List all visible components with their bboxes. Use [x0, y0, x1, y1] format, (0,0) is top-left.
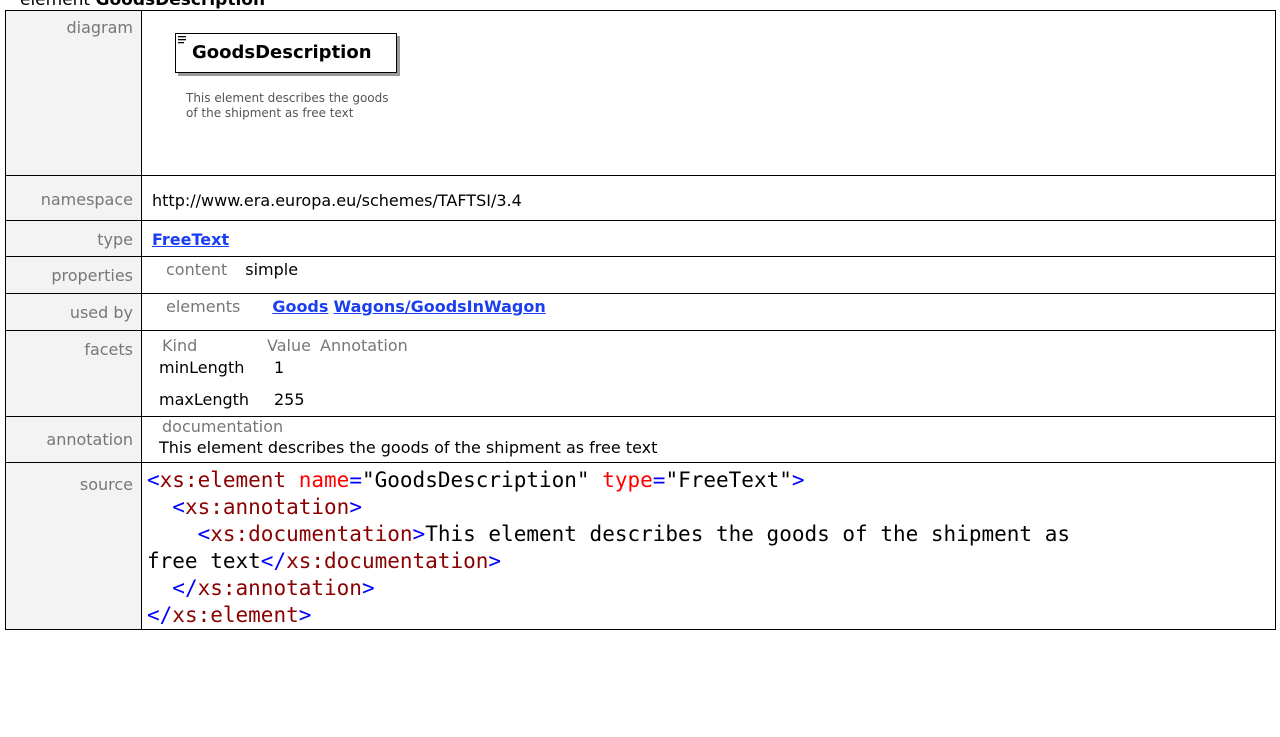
source-code: <xs:element name="GoodsDescription" type…: [141, 462, 1276, 630]
used-by-key: elements: [166, 297, 241, 316]
used-by-link-goods-in-wagon[interactable]: Wagons/GoodsInWagon: [334, 297, 546, 316]
annotation-title: documentation: [162, 417, 284, 436]
row-annotation: annotation documentation This element de…: [5, 416, 1276, 463]
row-used-by: used by elements Goods Wagons/GoodsInWago…: [5, 293, 1276, 331]
facet-kind: maxLength: [159, 390, 250, 409]
row-properties: properties content simple: [5, 256, 1276, 294]
element-lines-icon: [178, 36, 186, 44]
page-heading: element GoodsDescription: [20, 0, 265, 10]
annotation-text: This element describes the goods of the …: [159, 438, 658, 457]
facet-value: 1: [274, 358, 285, 377]
element-diagram-box[interactable]: GoodsDescription: [175, 33, 397, 73]
label-facets: facets: [5, 330, 142, 417]
label-diagram: diagram: [5, 10, 142, 176]
facet-header-value: Value: [267, 336, 311, 355]
label-source: source: [5, 462, 142, 630]
facet-kind: minLength: [159, 358, 245, 377]
facet-row: maxLength 255: [159, 390, 1275, 409]
facet-row: minLength 1: [159, 358, 1275, 377]
row-facets: facets Kind Value Annotation minLength 1 ma…: [5, 330, 1276, 417]
label-used-by: used by: [5, 293, 142, 331]
label-properties: properties: [5, 256, 142, 294]
namespace-value: http://www.era.europa.eu/schemes/TAFTSI/…: [152, 191, 522, 210]
label-namespace: namespace: [5, 175, 142, 221]
property-value: simple: [245, 260, 299, 279]
row-namespace: namespace http://www.era.europa.eu/schem…: [5, 175, 1276, 221]
facet-header-kind: Kind: [162, 336, 198, 355]
diagram-description: This element describes the goods of the …: [186, 91, 389, 120]
heading-element-name: GoodsDescription: [95, 0, 266, 10]
property-key: content: [166, 260, 228, 279]
label-type: type: [5, 220, 142, 257]
label-annotation: annotation: [5, 416, 142, 463]
type-link[interactable]: FreeText: [152, 230, 229, 249]
diagram-element-name: GoodsDescription: [192, 42, 372, 63]
facet-value: 255: [274, 390, 305, 409]
heading-prefix: element: [20, 0, 96, 10]
used-by-link-goods[interactable]: Goods: [272, 297, 328, 316]
facet-header-annotation: Annotation: [320, 336, 408, 355]
facet-header-row: Kind Value Annotation: [162, 336, 1275, 355]
row-source: source <xs:element name="GoodsDescriptio…: [5, 462, 1276, 630]
row-type: type FreeText: [5, 220, 1276, 257]
